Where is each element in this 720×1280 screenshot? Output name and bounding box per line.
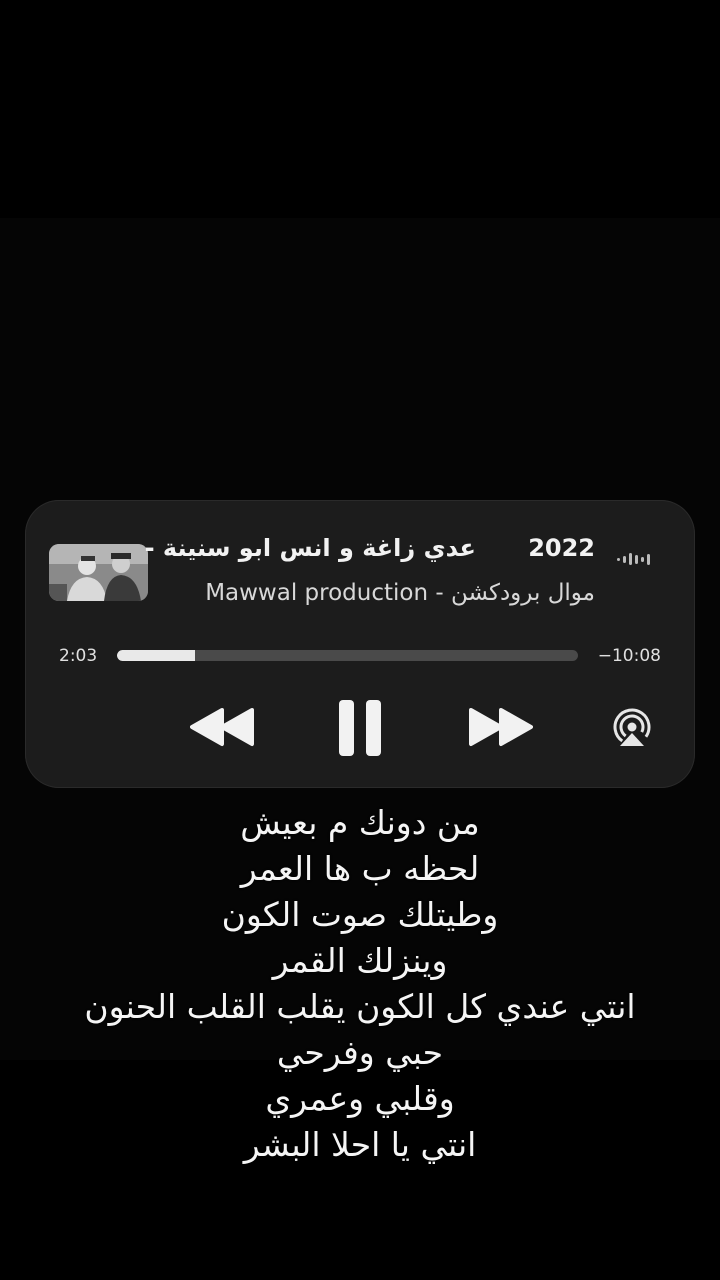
lyric-line: وطيتلك صوت الكون [221, 895, 499, 934]
lyric-line: انتي يا احلا البشر [243, 1125, 477, 1164]
track-title: عدي زاغة و انس ابو سنينة - [144, 534, 476, 562]
lyric-line: حبي وفرحي [276, 1033, 444, 1072]
remaining-time: −10:08 [597, 646, 661, 666]
progress-bar[interactable] [117, 650, 578, 661]
now-playing-widget: 2022 عدي زاغة و انس ابو سنينة - موال برو… [25, 500, 695, 788]
lyric-line: لحظه ب ها العمر [240, 849, 480, 888]
track-title-row: 2022 عدي زاغة و انس ابو سنينة - [145, 534, 595, 566]
lyrics-block: من دونك م بعيش لحظه ب ها العمر وطيتلك صو… [0, 800, 720, 1168]
track-artist: موال برودكشن - Mawwal production [205, 580, 595, 606]
story-page: 2022 عدي زاغة و انس ابو سنينة - موال برو… [0, 0, 720, 1280]
audio-wave-icon [617, 553, 650, 565]
lyric-line: من دونك م بعيش [240, 803, 480, 842]
pause-icon[interactable] [337, 698, 383, 758]
track-year: 2022 [528, 534, 595, 562]
elapsed-time: 2:03 [59, 646, 98, 666]
lyric-line: وقلبي وعمري [265, 1079, 455, 1118]
album-art[interactable] [49, 544, 148, 601]
lyric-line: انتي عندي كل الكون يقلب القلب الحنون [84, 987, 636, 1026]
airplay-icon[interactable] [610, 708, 654, 748]
lyric-line: وينزلك القمر [272, 941, 448, 980]
fast-forward-icon[interactable] [467, 706, 533, 748]
progress-fill [117, 650, 196, 661]
rewind-icon[interactable] [190, 706, 256, 748]
